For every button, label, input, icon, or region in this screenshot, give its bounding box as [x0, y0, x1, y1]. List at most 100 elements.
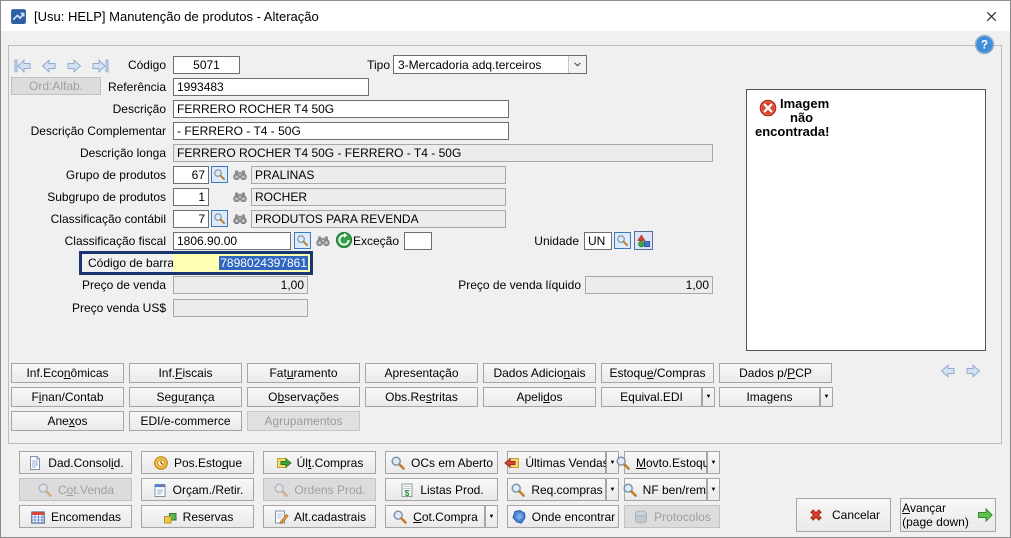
- preco-venda-label: Preço de venda: [1, 276, 166, 294]
- btn-req-compras[interactable]: Req.compras: [507, 478, 606, 501]
- descricao-label: Descrição: [1, 100, 166, 118]
- tab-imagens-dropdown[interactable]: ▼: [820, 387, 833, 407]
- chevron-down-icon: [571, 58, 584, 71]
- btn-cot-compra[interactable]: Cot.Compra: [385, 505, 485, 528]
- tab-apresentacao[interactable]: Apresentação: [365, 363, 478, 383]
- tab-inf-economicas[interactable]: Inf.Econômicas: [11, 363, 124, 383]
- grupo-lookup-button[interactable]: [231, 167, 249, 182]
- tab-inf-fiscais[interactable]: Inf.Fiscais: [129, 363, 242, 383]
- btn-onde-encontrar[interactable]: Onde encontrar: [507, 505, 619, 528]
- window-title: [Usu: HELP] Manutenção de produtos - Alt…: [34, 9, 319, 24]
- tab-edi-ecommerce[interactable]: EDI/e-commerce: [129, 411, 242, 431]
- price-list-icon: [399, 482, 415, 498]
- class-contabil-code-value: 7: [198, 212, 205, 226]
- tab-equival-edi[interactable]: Equival.EDI: [601, 387, 702, 407]
- descricao-field[interactable]: FERRERO ROCHER T4 50G: [173, 100, 509, 118]
- referencia-value: 1993483: [177, 80, 224, 94]
- tab-faturamento[interactable]: Faturamento: [247, 363, 360, 383]
- magnifier-icon: [616, 234, 629, 247]
- button-label: Req.compras: [531, 483, 602, 497]
- descricao-longa-value: FERRERO ROCHER T4 50G - FERRERO - T4 - 5…: [177, 146, 461, 160]
- btn-cot-compra-dropdown[interactable]: ▼: [485, 505, 498, 528]
- tab-dados-adicionais[interactable]: Dados Adicionais: [483, 363, 596, 383]
- dropdown-arrow-icon: ▼: [610, 487, 616, 493]
- class-fiscal-lookup-button[interactable]: [314, 233, 332, 248]
- tab-finan-contab[interactable]: Finan/Contab: [11, 387, 124, 407]
- descricao-complementar-value: - FERRERO - T4 - 50G: [177, 124, 301, 138]
- subgrupo-code-field[interactable]: 1: [173, 188, 209, 206]
- tab-obs-restritas[interactable]: Obs.Restritas: [365, 387, 478, 407]
- btn-nf-ben-rem[interactable]: NF ben/rem.: [624, 478, 707, 501]
- tab-apelidos[interactable]: Apelidos: [483, 387, 596, 407]
- subgrupo-lookup-button[interactable]: [231, 189, 249, 204]
- tab-agrupamentos: Agrupamentos: [247, 411, 360, 431]
- btn-alt-cadastrais[interactable]: Alt.cadastrais: [263, 505, 376, 528]
- referencia-field[interactable]: 1993483: [173, 78, 369, 96]
- codigo-field[interactable]: 5071: [173, 56, 240, 74]
- preco-usd-label: Preço venda US$: [1, 299, 166, 317]
- unidade-search-button[interactable]: [614, 232, 631, 249]
- cancel-button[interactable]: Cancelar: [796, 498, 891, 532]
- image-previous-button: [938, 363, 957, 379]
- class-contabil-lookup-button[interactable]: [231, 211, 249, 226]
- advance-button[interactable]: Avançar (page down): [900, 498, 996, 532]
- tab-imagens[interactable]: Imagens: [719, 387, 820, 407]
- title-bar: [Usu: HELP] Manutenção de produtos - Alt…: [1, 1, 1010, 31]
- calendar-icon: [30, 509, 46, 525]
- btn-pos-estoque[interactable]: Pos.Estoque: [141, 451, 254, 474]
- excecao-field[interactable]: [404, 232, 432, 250]
- class-contabil-search-button[interactable]: [211, 210, 228, 227]
- tipo-dropdown-button[interactable]: [568, 56, 586, 73]
- tipo-select[interactable]: 3-Mercadoria adq.terceiros: [393, 55, 587, 74]
- btn-reservas[interactable]: Reservas: [141, 505, 254, 528]
- descricao-complementar-field[interactable]: - FERRERO - T4 - 50G: [173, 122, 509, 140]
- tab-label: Equival.EDI: [620, 390, 683, 404]
- preco-liquido-label: Preço de venda líquido: [421, 276, 581, 294]
- magnifier-icon: [510, 482, 526, 498]
- class-fiscal-search-button[interactable]: [294, 232, 311, 249]
- btn-ultimas-vendas[interactable]: Últimas Vendas: [507, 451, 606, 474]
- grupo-search-button[interactable]: [211, 166, 228, 183]
- btn-req-compras-dropdown[interactable]: ▼: [606, 478, 619, 501]
- grupo-code-field[interactable]: 67: [173, 166, 209, 184]
- magnifier-icon: [615, 455, 631, 471]
- unidade-conversion-button[interactable]: [634, 231, 653, 250]
- help-icon[interactable]: [974, 34, 995, 55]
- class-contabil-code-field[interactable]: 7: [173, 210, 209, 228]
- app-icon: [10, 8, 27, 25]
- tab-seguranca[interactable]: Segurança: [129, 387, 242, 407]
- tab-dados-pcp[interactable]: Dados p/PCP: [719, 363, 832, 383]
- magnifier-icon: [213, 168, 226, 181]
- btn-movto-estoque[interactable]: Movto.Estoque: [624, 451, 707, 474]
- tab-equival-edi-dropdown[interactable]: ▼: [702, 387, 715, 407]
- tab-label: Dados p/PCP: [739, 366, 812, 380]
- tab-anexos[interactable]: Anexos: [11, 411, 124, 431]
- class-contabil-label: Classificação contábil: [1, 210, 166, 228]
- btn-encomendas[interactable]: Encomendas: [19, 505, 132, 528]
- product-maintenance-window: [Usu: HELP] Manutenção de produtos - Alt…: [0, 0, 1011, 538]
- preco-venda-field: 1,00: [173, 276, 308, 294]
- class-fiscal-field[interactable]: 1806.90.00: [173, 232, 291, 250]
- close-button[interactable]: [978, 5, 1004, 27]
- units-icon: [637, 234, 651, 248]
- tab-label: Apelidos: [516, 390, 562, 404]
- button-label: OCs em Aberto: [411, 456, 493, 470]
- btn-ocs-em-aberto[interactable]: OCs em Aberto: [385, 451, 498, 474]
- btn-orcam-retir[interactable]: Orçam./Retir.: [141, 478, 254, 501]
- referencia-label: Referência: [1, 78, 166, 96]
- btn-dad-consolid[interactable]: Dad.Consolid.: [19, 451, 132, 474]
- notepad-icon: [152, 482, 168, 498]
- tab-observacoes[interactable]: Observações: [247, 387, 360, 407]
- btn-ult-compras[interactable]: Últ.Compras: [263, 451, 376, 474]
- grupo-desc-value: PRALINAS: [255, 168, 314, 182]
- button-label: Cot.Venda: [58, 483, 114, 497]
- btn-nf-ben-rem-dropdown[interactable]: ▼: [707, 478, 720, 501]
- btn-listas-prod[interactable]: Listas Prod.: [385, 478, 498, 501]
- codigo-barras-field[interactable]: 7898024397861: [173, 254, 310, 272]
- map-search-icon: [511, 509, 527, 525]
- tab-estoque-compras[interactable]: Estoque/Compras: [601, 363, 714, 383]
- magnifier-icon: [37, 482, 53, 498]
- btn-movto-estoque-dropdown[interactable]: ▼: [707, 451, 720, 474]
- dropdown-arrow-icon: ▼: [706, 394, 712, 400]
- unidade-field[interactable]: UN: [584, 232, 612, 250]
